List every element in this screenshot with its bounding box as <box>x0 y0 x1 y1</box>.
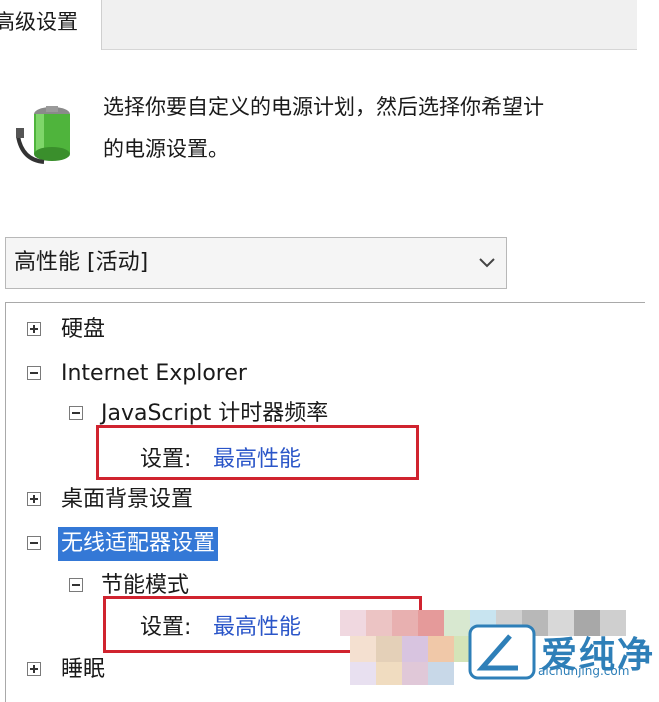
collapse-icon[interactable] <box>69 578 83 592</box>
tree-item-label: 桌面背景设置 <box>61 487 194 512</box>
collapse-icon[interactable] <box>27 536 41 550</box>
intro-line-1: 选择你要自定义的电源计划，然后选择你希望计 <box>103 95 544 119</box>
tab-strip <box>102 0 637 50</box>
tree-item-label: Internet Explorer <box>61 361 247 386</box>
intro-description: 选择你要自定义的电源计划，然后选择你希望计 的电源设置。 <box>103 86 659 170</box>
collapse-icon[interactable] <box>69 406 83 420</box>
watermark-url: aichunjing.com <box>538 664 630 678</box>
tab-advanced-settings[interactable]: 高级设置 <box>0 0 102 50</box>
expand-icon[interactable] <box>27 662 41 676</box>
tree-item-label: 硬盘 <box>61 317 106 342</box>
power-battery-icon <box>16 106 70 164</box>
callout-box-js-setting <box>96 425 419 480</box>
tab-advanced-settings-label: 高级设置 <box>0 10 78 34</box>
expand-icon[interactable] <box>27 492 41 506</box>
power-plan-selected-value: 高性能 [活动] <box>14 250 149 275</box>
tree-item-label: 睡眠 <box>61 657 106 682</box>
power-plan-select[interactable]: 高性能 [活动] <box>5 237 507 289</box>
brand-logo-icon <box>468 624 536 680</box>
tree-item-label-selected: 无线适配器设置 <box>58 527 219 561</box>
intro-line-2: 的电源设置。 <box>103 137 229 161</box>
collapse-icon[interactable] <box>27 366 41 380</box>
chevron-down-icon <box>479 258 495 268</box>
expand-icon[interactable] <box>27 322 41 336</box>
